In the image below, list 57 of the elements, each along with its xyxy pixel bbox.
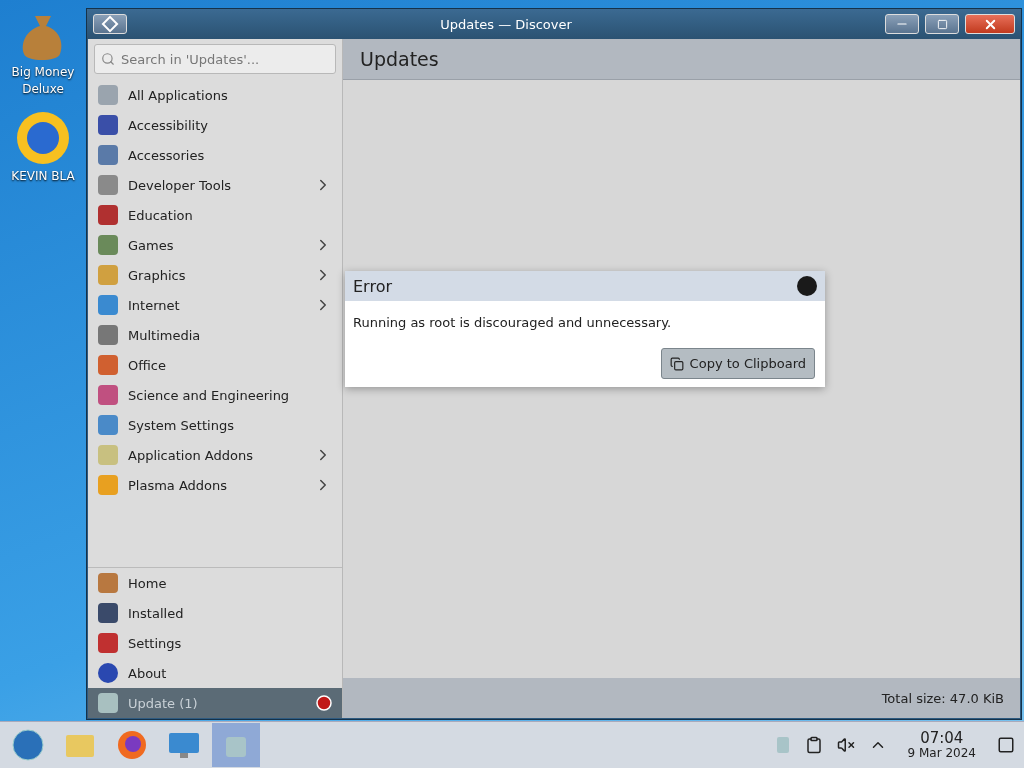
pin-button[interactable] (93, 14, 127, 34)
category-item[interactable]: Science and Engineering (88, 380, 342, 410)
start-orb-icon (11, 728, 45, 762)
desktop-icon-label: Big Money (11, 64, 75, 81)
firefox-icon (117, 730, 147, 760)
category-item[interactable]: Office (88, 350, 342, 380)
category-icon (98, 145, 118, 165)
category-item[interactable]: Multimedia (88, 320, 342, 350)
category-icon (98, 325, 118, 345)
maximize-button[interactable] (925, 14, 959, 34)
category-item[interactable]: All Applications (88, 80, 342, 110)
copy-to-clipboard-button[interactable]: Copy to Clipboard (660, 348, 815, 379)
close-button[interactable] (965, 14, 1015, 34)
category-icon (98, 385, 118, 405)
monitor-icon (168, 731, 200, 759)
category-item[interactable]: Graphics (88, 260, 342, 290)
nav-item[interactable]: Update (1) (88, 688, 342, 718)
category-icon (98, 175, 118, 195)
category-icon (98, 475, 118, 495)
window-title: Updates — Discover (439, 16, 573, 32)
category-icon (98, 295, 118, 315)
nav-item[interactable]: Home (88, 568, 342, 598)
category-icon (98, 205, 118, 225)
search-field[interactable]: Search in 'Updates'... (94, 44, 336, 74)
category-icon (98, 265, 118, 285)
category-icon (98, 85, 118, 105)
search-icon (101, 52, 115, 66)
copy-icon (669, 356, 684, 371)
maximize-icon (936, 18, 948, 30)
nav-item[interactable]: Installed (88, 598, 342, 628)
minimize-button[interactable] (885, 14, 919, 34)
clock[interactable]: 07:04 9 Mar 2024 (895, 730, 988, 760)
page-title: Updates (360, 48, 439, 70)
category-icon (98, 415, 118, 435)
category-item[interactable]: Accessibility (88, 110, 342, 140)
category-icon (98, 115, 118, 135)
category-item[interactable]: System Settings (88, 410, 342, 440)
category-item[interactable]: Accessories (88, 140, 342, 170)
folder-icon (65, 732, 95, 758)
desktop-icon-label: KEVIN BLA (11, 168, 75, 185)
category-item[interactable]: Education (88, 200, 342, 230)
desktop-icon-label: Deluxe (22, 81, 64, 98)
category-icon (98, 445, 118, 465)
nav-item[interactable]: About (88, 658, 342, 688)
category-item[interactable]: Internet (88, 290, 342, 320)
category-item[interactable]: Developer Tools (88, 170, 342, 200)
alert-badge-icon (316, 695, 332, 711)
total-size-text: Total size: 47.0 KiB (881, 690, 1004, 706)
category-item[interactable]: Plasma Addons (88, 470, 342, 500)
dialog-title: Error (353, 276, 392, 296)
nav-item[interactable]: Settings (88, 628, 342, 658)
category-icon (98, 355, 118, 375)
category-item[interactable]: Games (88, 230, 342, 260)
circle-icon (797, 276, 817, 296)
error-message: Running as root is discouraged and unnecessary. (352, 314, 673, 330)
category-icon (98, 235, 118, 255)
category-item[interactable]: Application Addons (88, 440, 342, 470)
